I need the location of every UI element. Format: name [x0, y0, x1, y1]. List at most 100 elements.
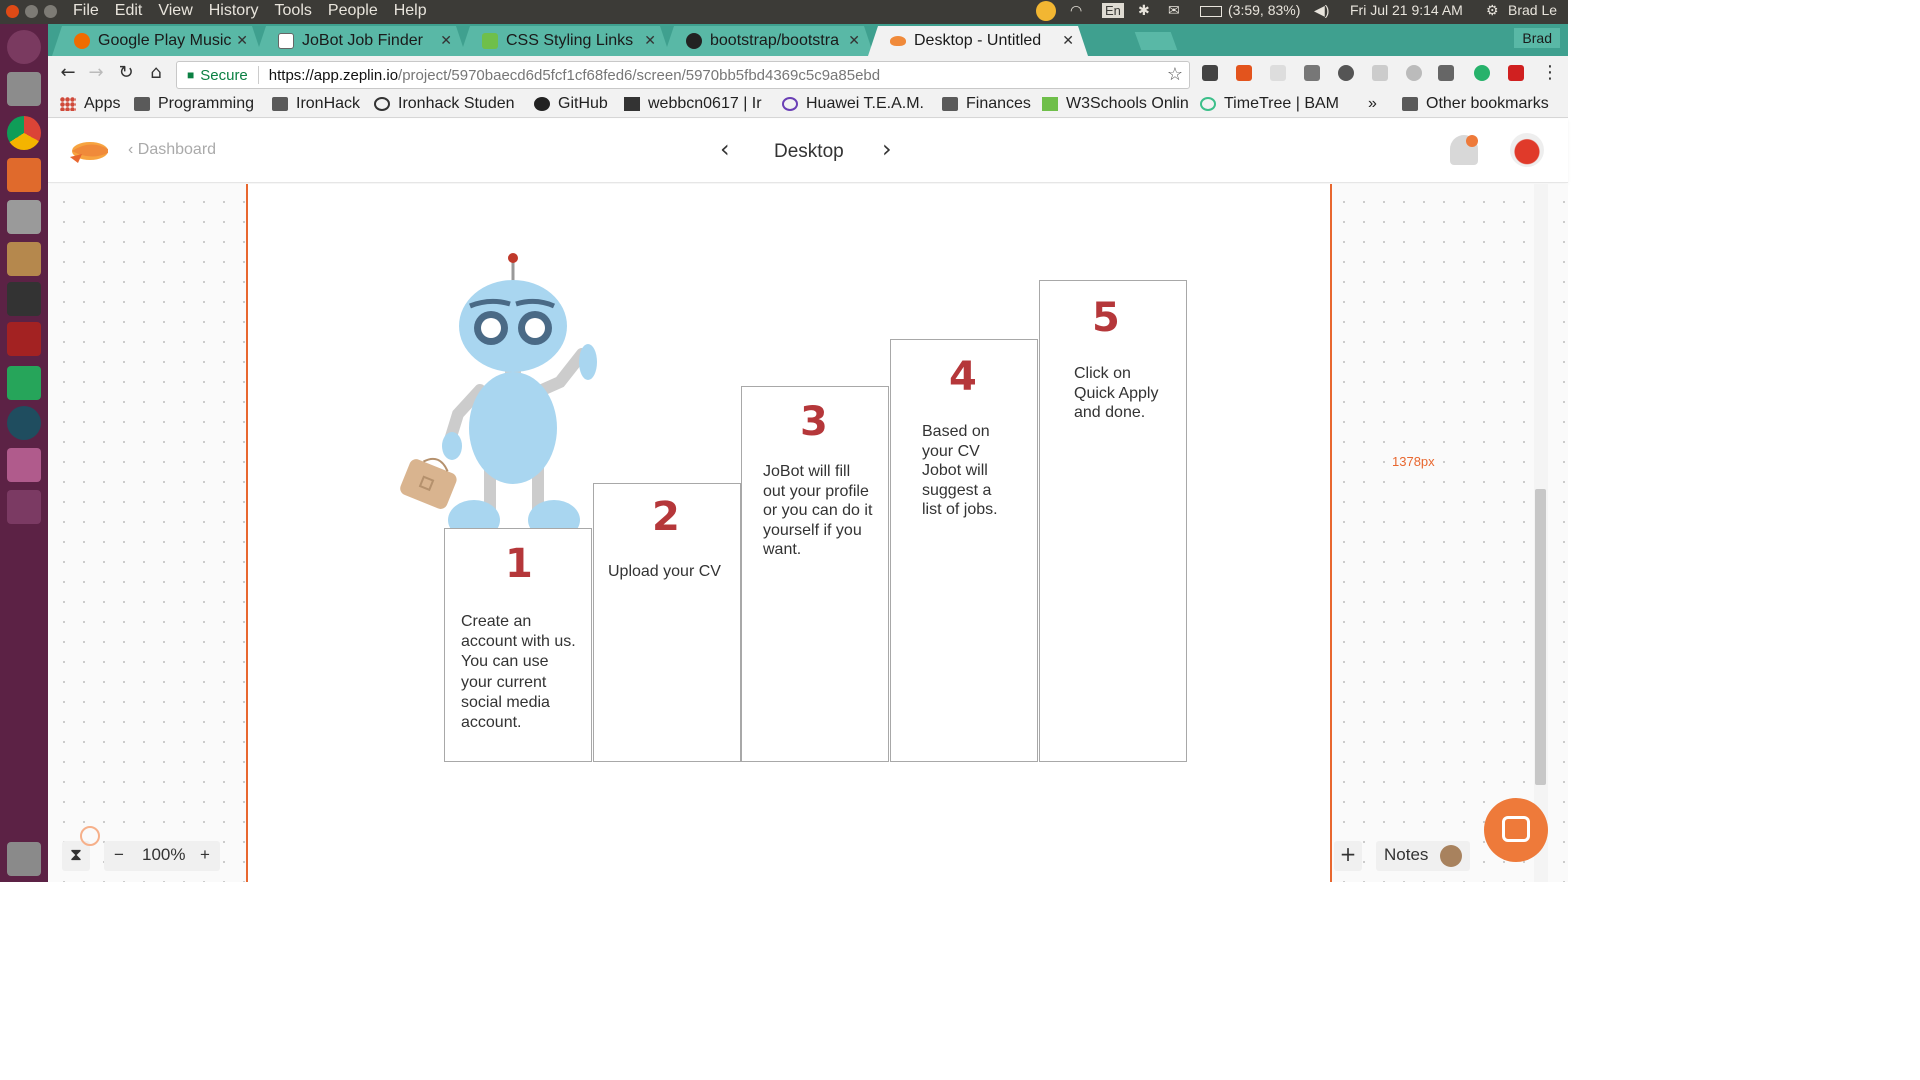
menu-tools[interactable]: Tools: [275, 2, 312, 20]
profile-button[interactable]: Brad: [1514, 28, 1560, 48]
bookmark-star-icon[interactable]: ☆: [1167, 64, 1183, 85]
bookmark-huawei[interactable]: Huawei T.E.A.M.: [782, 95, 932, 113]
hourglass-icon[interactable]: ⧗: [62, 841, 90, 871]
mail-icon[interactable]: ✉: [1168, 2, 1180, 19]
step-number: 1: [505, 541, 533, 587]
bookmark-webbcn[interactable]: webbcn0617 | Ir: [624, 95, 774, 113]
battery-icon[interactable]: [1200, 6, 1222, 17]
bookmark-timetree[interactable]: TimeTree | BAM: [1200, 95, 1346, 113]
bookmark-w3schools[interactable]: W3Schools Onlin: [1042, 95, 1188, 113]
gear-icon[interactable]: ⚙: [1486, 2, 1499, 19]
zoom-out-button[interactable]: −: [114, 845, 124, 865]
counter-extension-icon[interactable]: [1438, 65, 1454, 81]
window-minimize-button[interactable]: [25, 5, 38, 18]
hint-pulse-icon[interactable]: [80, 826, 100, 846]
keyboard-layout-indicator[interactable]: En: [1102, 3, 1124, 18]
add-note-button[interactable]: +: [1334, 841, 1362, 871]
forward-icon[interactable]: →: [84, 62, 108, 83]
chrome-icon[interactable]: [7, 116, 41, 150]
tab-jobot-job-finder[interactable]: JoBot Job Finder ✕: [256, 26, 466, 56]
ubuntu-dash-icon[interactable]: [7, 30, 41, 64]
bookmark-programming[interactable]: Programming: [134, 95, 254, 113]
bluetooth-icon[interactable]: ✱: [1138, 2, 1150, 19]
fonts-extension-icon[interactable]: [1270, 65, 1286, 81]
close-icon[interactable]: ✕: [848, 32, 860, 49]
system-settings-icon[interactable]: [7, 200, 41, 234]
back-icon[interactable]: ←: [56, 62, 80, 83]
css-extension-icon[interactable]: [1202, 65, 1218, 81]
window-maximize-button[interactable]: [44, 5, 57, 18]
menu-history[interactable]: History: [209, 2, 259, 20]
bookmark-apps[interactable]: Apps: [60, 95, 120, 113]
zeplin-logo-icon[interactable]: [68, 135, 110, 167]
session-user[interactable]: Brad Le: [1508, 2, 1557, 18]
edit-extension-icon[interactable]: [1406, 65, 1422, 81]
step-card-5[interactable]: 5 Click on Quick Apply and done.: [1039, 280, 1187, 762]
workspace-switcher-icon[interactable]: [7, 448, 41, 482]
tree-extension-icon[interactable]: [1372, 65, 1388, 81]
menu-view[interactable]: View: [158, 2, 192, 20]
step-card-4[interactable]: 4 Based on your CV Jobot will suggest a …: [890, 339, 1038, 762]
menu-help[interactable]: Help: [394, 2, 427, 20]
battery-status[interactable]: (3:59, 83%): [1228, 2, 1300, 18]
new-tab-button[interactable]: [1134, 32, 1178, 50]
close-icon[interactable]: ✕: [440, 32, 452, 49]
step-card-1[interactable]: 1 Create an account with us. You can use…: [444, 528, 592, 762]
clock[interactable]: Fri Jul 21 9:14 AM: [1350, 2, 1463, 18]
bookmarks-overflow-button[interactable]: »: [1368, 95, 1377, 113]
step-card-2[interactable]: 2 Upload your CV: [593, 483, 741, 762]
files-icon[interactable]: [7, 72, 41, 106]
bookmark-ironhack-students[interactable]: Ironhack Studen: [374, 95, 524, 113]
bulb-extension-icon[interactable]: [1338, 65, 1354, 81]
url-path: /project/5970baecd6d5fcf1cf68fed6/screen…: [398, 66, 881, 84]
stylish-extension-icon[interactable]: [1304, 65, 1320, 81]
volume-icon[interactable]: ◀): [1314, 2, 1329, 19]
more-menu-icon[interactable]: ⋮: [1538, 62, 1562, 83]
folder-icon: [942, 97, 958, 111]
tab-bootstrap[interactable]: bootstrap/bootstra ✕: [664, 26, 874, 56]
tab-desktop-untitled[interactable]: Desktop - Untitled ✕: [868, 26, 1088, 56]
previous-screen-icon[interactable]: ‹: [720, 135, 730, 163]
menu-edit[interactable]: Edit: [115, 2, 143, 20]
wifi-icon[interactable]: ◠: [1070, 2, 1082, 19]
close-icon[interactable]: ✕: [236, 32, 248, 49]
vscode-icon[interactable]: [7, 366, 41, 400]
window-close-button[interactable]: [6, 5, 19, 18]
bookmark-other[interactable]: Other bookmarks: [1402, 95, 1549, 113]
archive-icon[interactable]: [7, 242, 41, 276]
url-host: https://app.zeplin.io: [268, 66, 399, 84]
emoji-indicator-icon[interactable]: [1036, 1, 1056, 21]
notes-button[interactable]: Notes: [1376, 841, 1470, 871]
software-center-icon[interactable]: [7, 158, 41, 192]
tab-css-styling-links[interactable]: CSS Styling Links ✕: [460, 26, 670, 56]
bookmark-github[interactable]: GitHub: [534, 95, 608, 113]
bookmark-finances[interactable]: Finances: [942, 95, 1031, 113]
cors-extension-icon[interactable]: [1508, 65, 1524, 81]
gitkraken-icon[interactable]: [7, 406, 41, 440]
robot-illustration[interactable]: [396, 250, 602, 532]
reload-icon[interactable]: ↻: [114, 62, 138, 83]
avatar[interactable]: [1510, 133, 1544, 167]
zoom-in-button[interactable]: +: [200, 845, 210, 865]
menu-people[interactable]: People: [328, 2, 378, 20]
menu-file[interactable]: File: [73, 2, 99, 20]
office-extension-icon[interactable]: [1236, 65, 1252, 81]
address-bar[interactable]: ■ Secure https://app.zeplin.io /project/…: [176, 61, 1190, 89]
canvas-scrollbar[interactable]: [1534, 184, 1548, 882]
bookmark-ironhack[interactable]: IronHack: [272, 95, 360, 113]
tab-google-play-music[interactable]: Google Play Music ✕: [52, 26, 262, 56]
chat-support-button[interactable]: [1484, 798, 1548, 862]
presentation-icon[interactable]: [7, 282, 41, 316]
scrollbar-thumb[interactable]: [1535, 489, 1546, 785]
workspace-icon[interactable]: [7, 490, 41, 524]
trash-icon[interactable]: [7, 842, 41, 876]
media-icon[interactable]: [7, 322, 41, 356]
next-screen-icon[interactable]: ›: [882, 135, 892, 163]
timetree-icon: [1200, 97, 1216, 111]
dashboard-link[interactable]: ‹ Dashboard: [128, 141, 216, 159]
home-icon[interactable]: ⌂: [144, 62, 168, 83]
close-icon[interactable]: ✕: [644, 32, 656, 49]
close-icon[interactable]: ✕: [1062, 32, 1074, 49]
chat-extension-icon[interactable]: [1474, 65, 1490, 81]
step-card-3[interactable]: 3 JoBot will fill out your profile or yo…: [741, 386, 889, 762]
